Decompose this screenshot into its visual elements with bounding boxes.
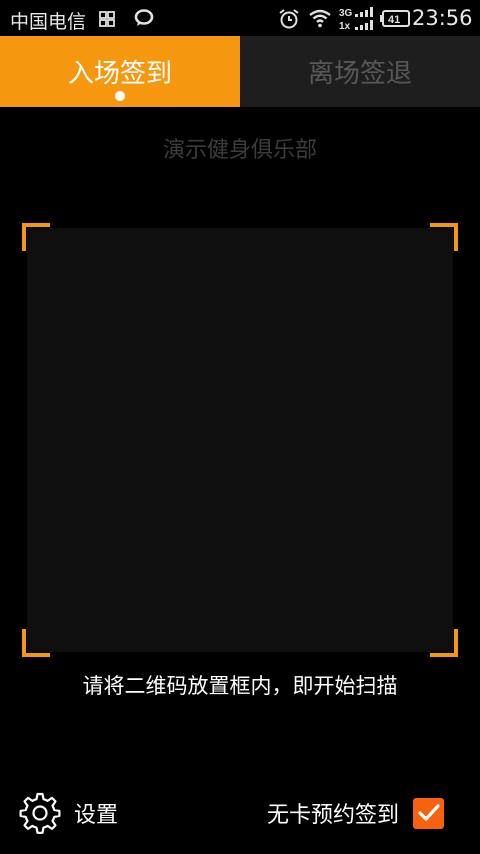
alarm-icon — [279, 9, 299, 29]
scan-hint: 请将二维码放置框内，即开始扫描 — [82, 674, 398, 698]
settings-button[interactable]: 设置 — [18, 790, 118, 836]
tab-check-out-label: 离场签退 — [307, 59, 412, 89]
status-bar: 中国电信 3G 1x 41 23:56 — [0, 0, 480, 36]
scan-corner-bottom-left — [22, 629, 50, 657]
clock: 23:56 — [412, 6, 473, 30]
no-card-checkin-toggle[interactable]: 无卡预约签到 — [267, 795, 444, 831]
grid-icon — [99, 11, 115, 27]
tab-bar: 入场签到 离场签退 — [0, 36, 480, 107]
network-bottom-label: 1x — [339, 21, 351, 32]
no-card-checkin-label: 无卡预约签到 — [266, 803, 399, 828]
checkmark-icon — [417, 804, 440, 821]
battery-icon: 41 — [380, 10, 410, 27]
battery-level: 41 — [388, 14, 400, 26]
wifi-icon — [309, 9, 331, 28]
signal-icon: 3G 1x — [339, 7, 373, 32]
no-card-checkin-checkbox[interactable] — [413, 797, 444, 829]
carrier-label: 中国电信 — [10, 11, 87, 33]
tab-check-in-label: 入场签到 — [67, 59, 172, 89]
tab-check-in[interactable]: 入场签到 — [0, 36, 240, 107]
scan-corner-bottom-right — [430, 629, 458, 657]
club-name: 演示健身俱乐部 — [162, 138, 317, 163]
scan-corner-top-right — [430, 223, 458, 251]
scan-corner-top-left — [22, 223, 50, 251]
qr-scan-viewfinder — [27, 228, 453, 652]
active-tab-indicator — [115, 91, 125, 101]
settings-label: 设置 — [74, 803, 119, 828]
tab-check-out[interactable]: 离场签退 — [240, 36, 480, 107]
chat-bubble-icon — [134, 9, 154, 26]
gear-icon — [19, 792, 61, 834]
network-top-label: 3G — [339, 8, 353, 19]
